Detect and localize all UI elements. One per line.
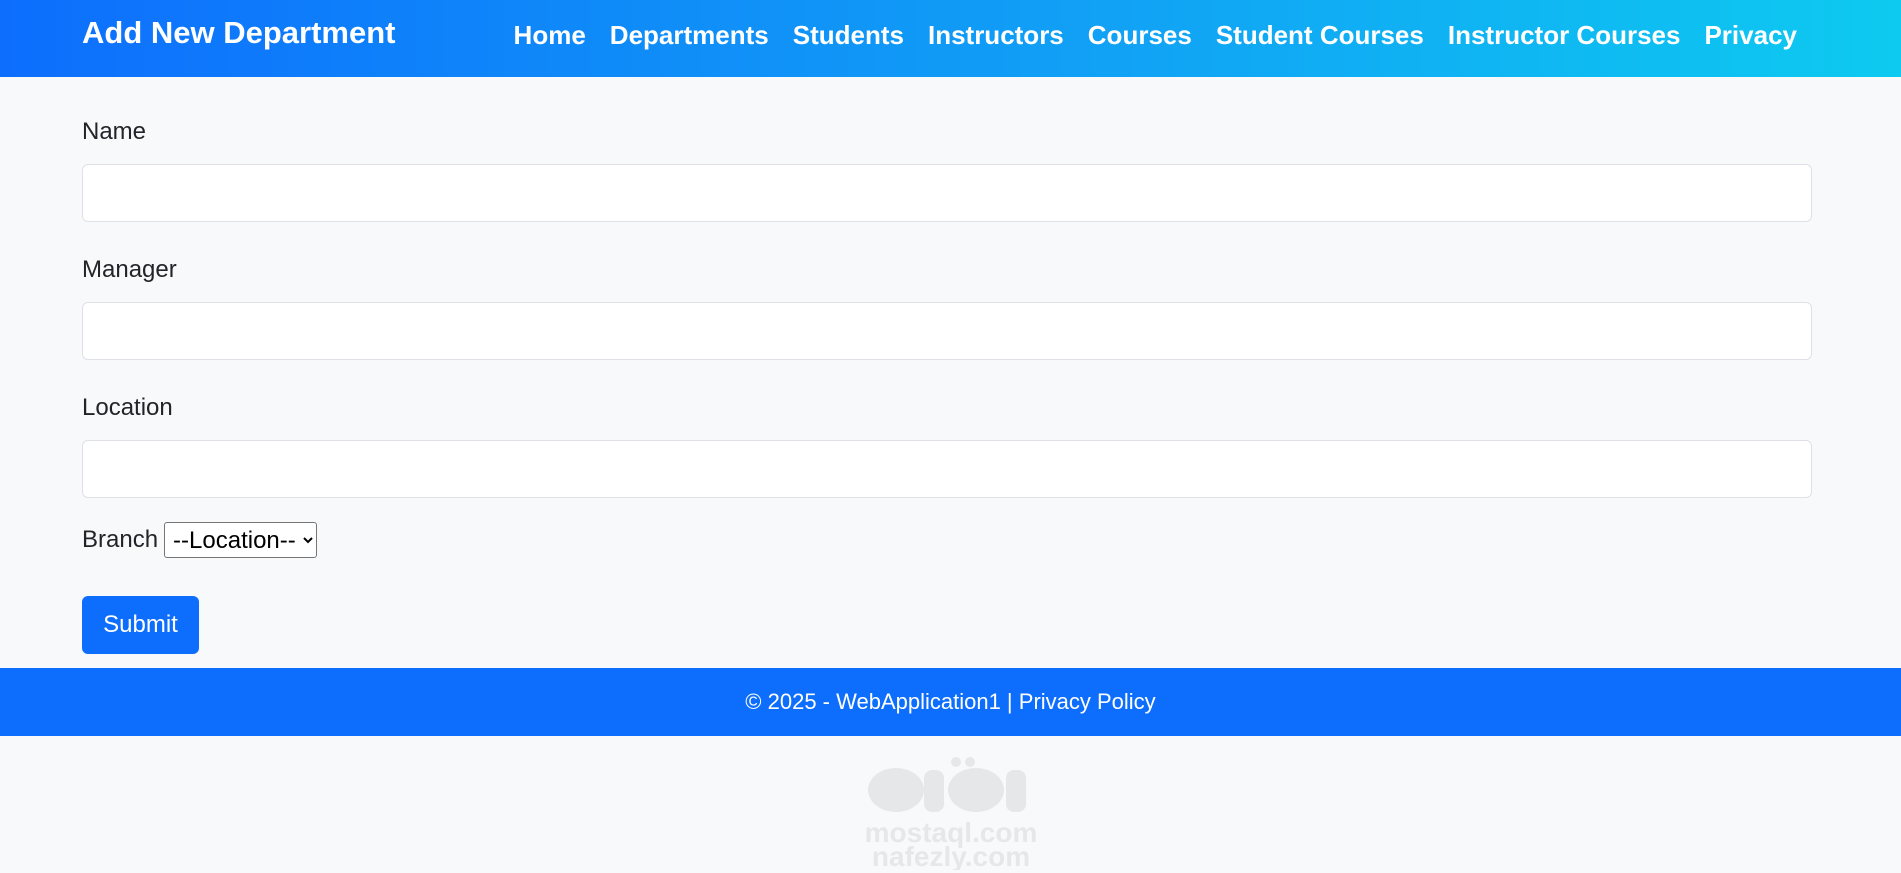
add-department-form: Name Manager Location Branch --Location-… — [82, 116, 1812, 654]
nav-link-departments[interactable]: Departments — [598, 18, 781, 52]
location-input[interactable] — [82, 440, 1812, 498]
name-input[interactable] — [82, 164, 1812, 222]
watermark-text-1: mostaql.com — [865, 817, 1038, 848]
top-navbar: Add New Department Home Departments Stud… — [0, 0, 1901, 77]
manager-input[interactable] — [82, 302, 1812, 360]
branch-label: Branch — [82, 526, 159, 553]
main-nav: Home Departments Students Instructors Co… — [502, 18, 1809, 52]
footer-copyright: © 2025 - WebApplication1 | — [745, 689, 1013, 714]
location-label: Location — [82, 394, 173, 421]
nav-link-instructors[interactable]: Instructors — [916, 18, 1076, 52]
branch-row: Branch --Location-- — [82, 522, 1812, 558]
name-label: Name — [82, 118, 147, 145]
branch-select[interactable]: --Location-- — [164, 522, 318, 558]
nav-link-privacy[interactable]: Privacy — [1692, 18, 1809, 52]
nav-link-courses[interactable]: Courses — [1076, 18, 1204, 52]
manager-label: Manager — [82, 256, 177, 283]
nav-link-students[interactable]: Students — [781, 18, 916, 52]
watermark-text-2: nafezly.com — [872, 841, 1030, 870]
submit-button[interactable]: Submit — [82, 596, 199, 654]
nav-link-instructor-courses[interactable]: Instructor Courses — [1436, 18, 1693, 52]
privacy-policy-link[interactable]: Privacy Policy — [1019, 689, 1156, 715]
watermark-logo: mostaql.com nafezly.com — [865, 757, 1038, 870]
page-title[interactable]: Add New Department — [82, 15, 395, 51]
nav-link-student-courses[interactable]: Student Courses — [1204, 18, 1436, 52]
nav-link-home[interactable]: Home — [502, 18, 598, 52]
footer: © 2025 - WebApplication1 | Privacy Polic… — [0, 668, 1901, 736]
